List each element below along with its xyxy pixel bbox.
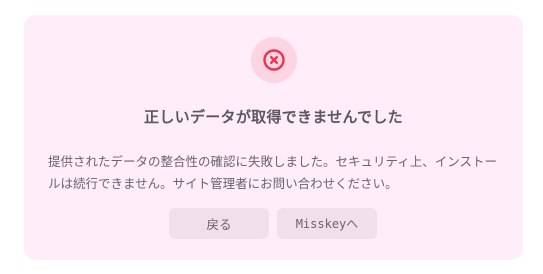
dialog-message: 提供されたデータの整合性の確認に失敗しました。セキュリティ上、インストールは続行… [48, 154, 498, 191]
error-icon-badge [251, 37, 297, 83]
error-dialog: 正しいデータが取得できませんでした 提供されたデータの整合性の確認に失敗しました… [24, 15, 523, 260]
go-to-misskey-button[interactable]: Misskeyへ [277, 208, 377, 239]
error-x-circle-icon [263, 49, 285, 71]
dialog-title: 正しいデータが取得できませんでした [144, 108, 403, 126]
back-button[interactable]: 戻る [169, 208, 269, 239]
